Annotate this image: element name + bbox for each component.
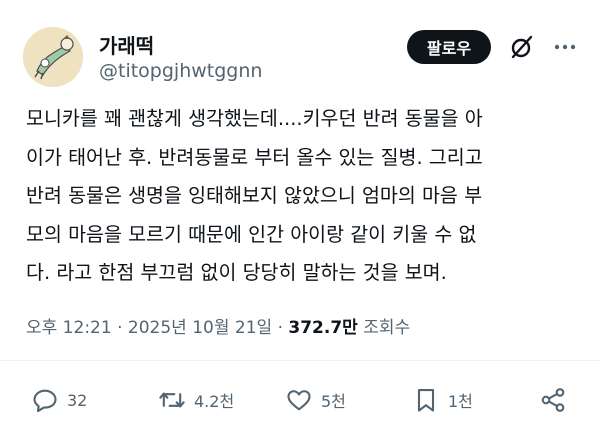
- author-display-name[interactable]: 가래떡: [99, 30, 154, 59]
- tweet-text-line: 모니카를 꽤 괜찮게 생각했는데....키우던 반려 동물을 아: [26, 107, 483, 130]
- tweet-date[interactable]: 2025년 10월 21일: [128, 318, 272, 338]
- author-handle[interactable]: @titopgjhwtggnn: [99, 60, 262, 82]
- tweet-text-line: 반려 동물은 생명을 잉태해보지 않았으니 엄마의 마음 부: [26, 184, 483, 207]
- tweet-text: 모니카를 꽤 괜찮게 생각했는데....키우던 반려 동물을 아 이가 태어난 …: [26, 100, 586, 293]
- reply-icon: [33, 389, 57, 413]
- bookmark-button[interactable]: 1천: [412, 380, 473, 420]
- grok-button[interactable]: [509, 34, 535, 60]
- follow-button[interactable]: 팔로우: [407, 30, 491, 64]
- more-options-button[interactable]: [552, 34, 578, 60]
- avatar-illustration-icon: [23, 27, 83, 87]
- share-button[interactable]: [539, 380, 567, 420]
- retweet-icon: [159, 392, 185, 408]
- tweet-time[interactable]: 오후 12:21: [26, 318, 112, 338]
- action-bar: 32 4.2천 5천 1천: [0, 380, 600, 420]
- retweet-count: 4.2천: [194, 392, 235, 411]
- grok-icon: [511, 35, 533, 59]
- retweet-button[interactable]: 4.2천: [158, 380, 234, 420]
- heart-icon: [287, 390, 311, 411]
- bookmark-icon: [417, 389, 435, 412]
- views-label: 조회수: [363, 318, 411, 338]
- tweet-text-line: 다. 라고 한점 부끄럼 없이 당당히 말하는 것을 보며.: [26, 261, 447, 284]
- more-dots-icon: [554, 44, 576, 50]
- meta-separator: ·: [277, 318, 283, 338]
- tweet-text-line: 모의 마음을 모르기 때문에 인간 아이랑 같이 키울 수 없: [26, 222, 477, 246]
- bookmark-count: 1천: [448, 392, 473, 411]
- share-icon: [541, 388, 565, 412]
- author-avatar[interactable]: [23, 27, 83, 87]
- like-count: 5천: [321, 392, 346, 411]
- divider: [0, 360, 600, 361]
- tweet-meta: 오후 12:21 · 2025년 10월 21일 · 372.7만 조회수: [26, 313, 410, 338]
- like-button[interactable]: 5천: [285, 380, 346, 420]
- meta-separator: ·: [117, 318, 123, 338]
- reply-count: 32: [67, 390, 88, 410]
- views-count: 372.7만: [288, 318, 358, 338]
- tweet-text-line: 이가 태어난 후. 반려동물로 부터 올수 있는 질병. 그리고: [26, 145, 483, 169]
- reply-button[interactable]: 32: [31, 380, 87, 420]
